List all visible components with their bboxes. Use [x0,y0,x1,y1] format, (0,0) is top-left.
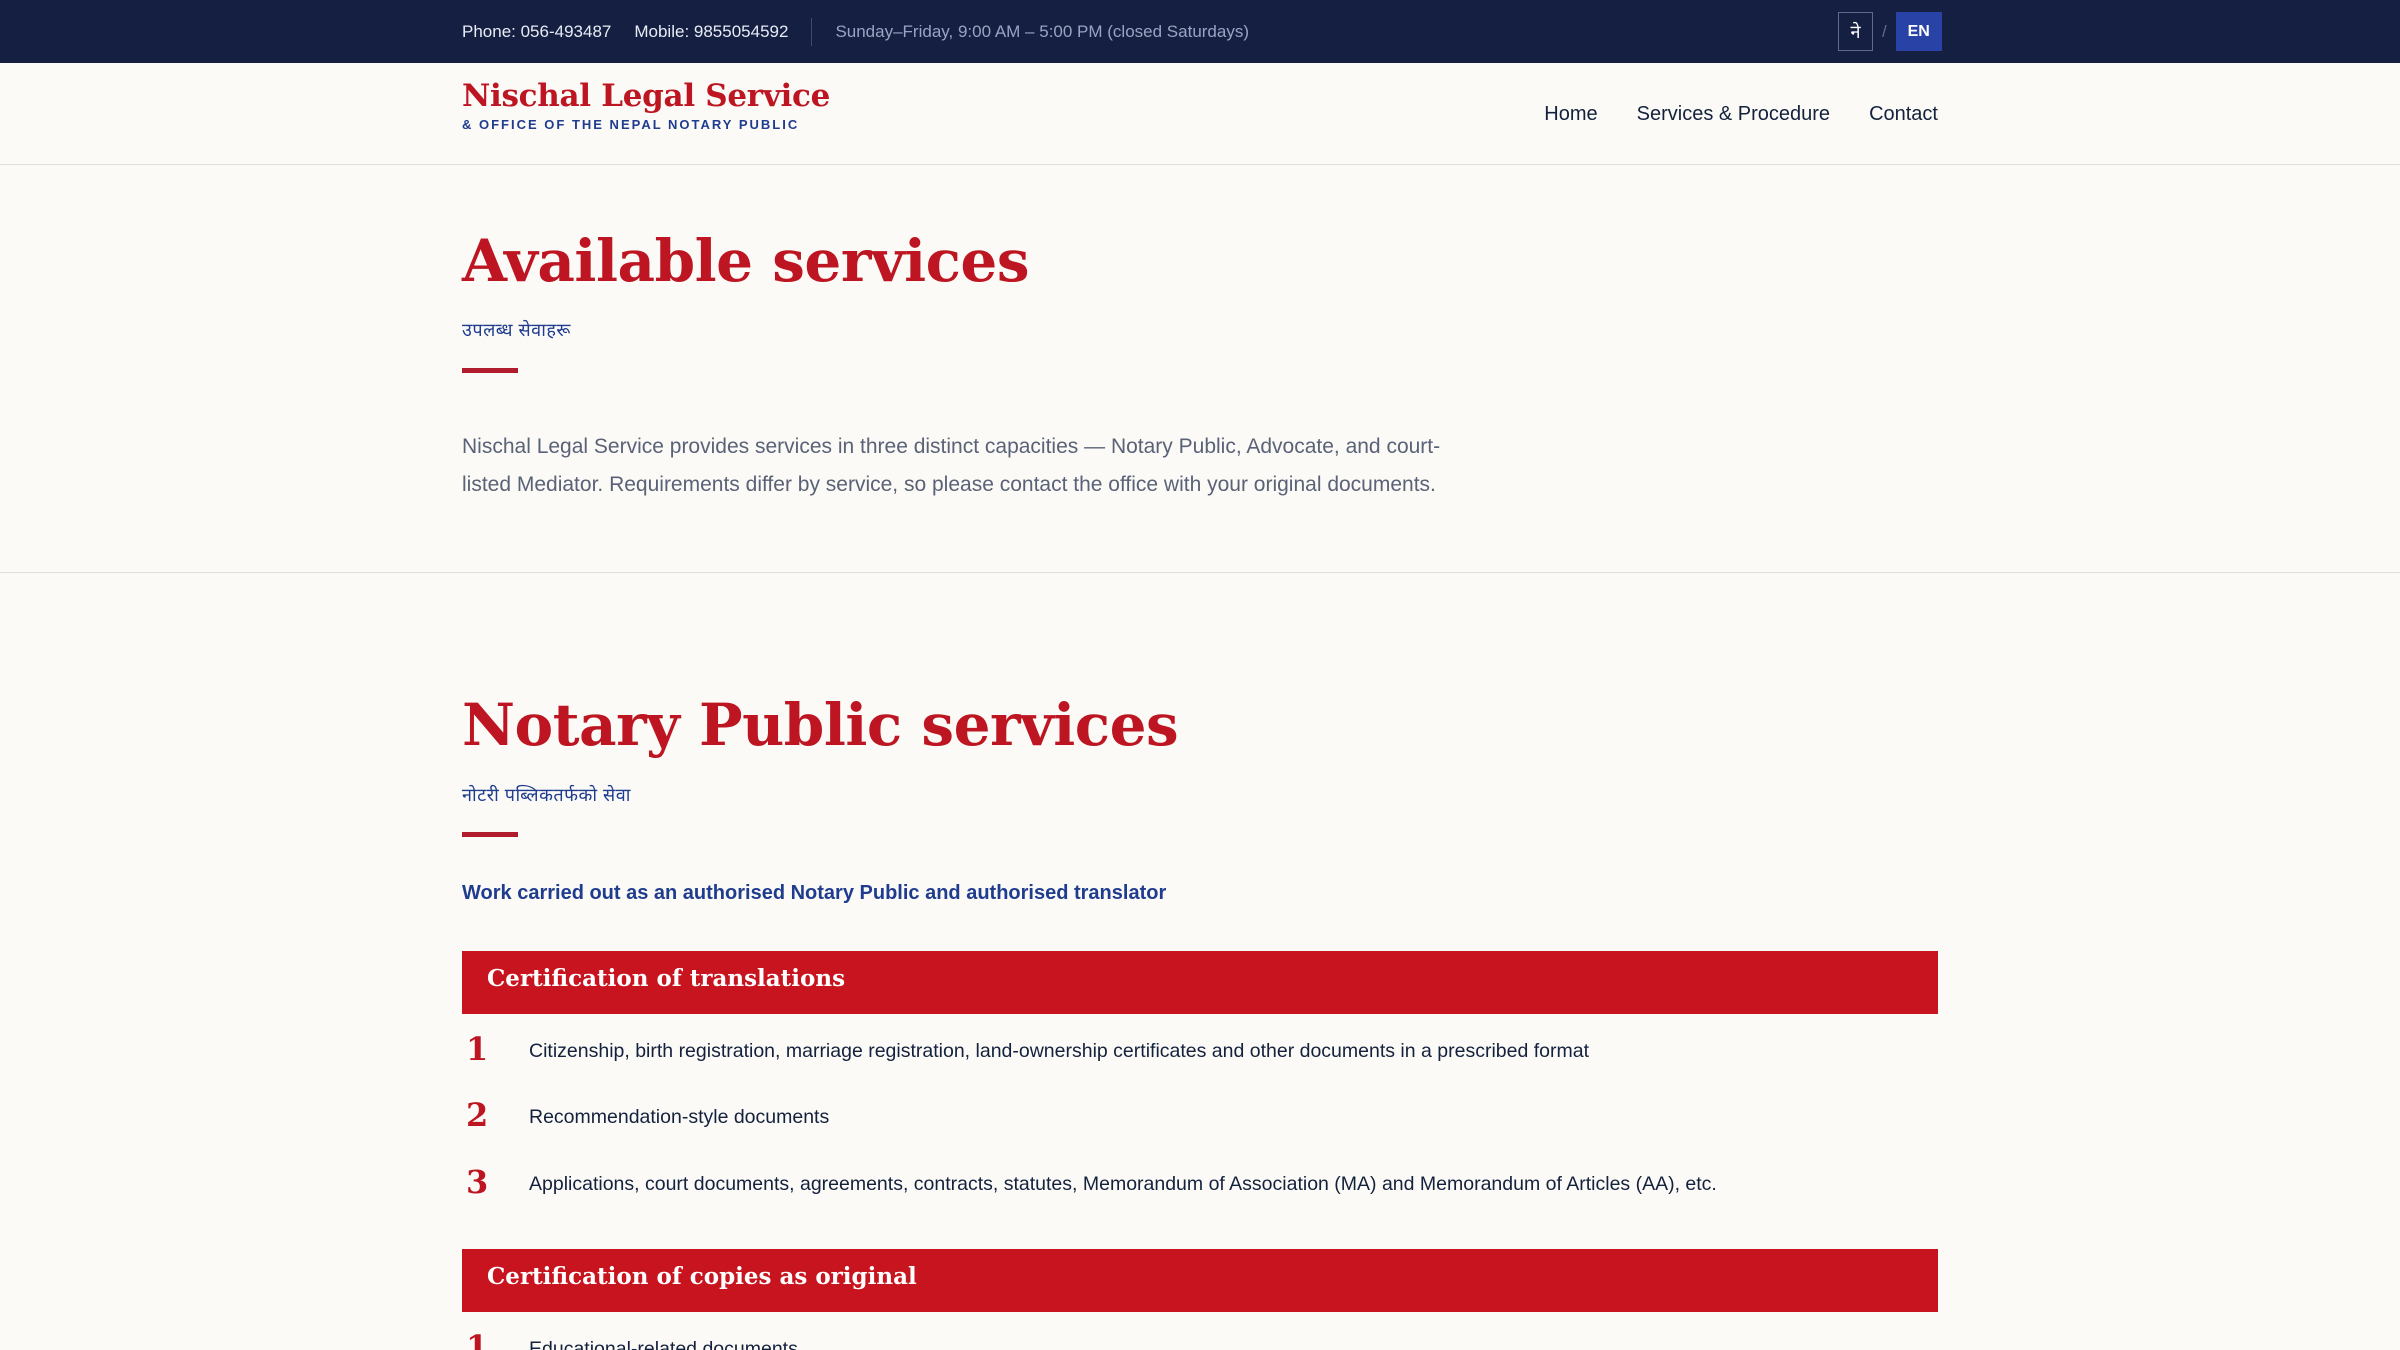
page-title: Available services [462,227,1029,295]
title-underline [462,368,518,373]
nav-home[interactable]: Home [1544,103,1597,126]
list-item: 2 Recommendation-style documents [462,1096,1938,1142]
top-info-bar: Phone: 056-493487 Mobile: 9855054592 Sun… [0,0,2400,63]
divider [811,17,813,46]
main-nav: Home Services & Procedure Contact [1505,63,1938,165]
brand-logo[interactable]: Nischal Legal Service & OFFICE OF THE NE… [462,78,830,132]
office-hours: Sunday–Friday, 9:00 AM – 5:00 PM (closed… [835,21,1249,41]
brand-subtitle: & OFFICE OF THE NEPAL NOTARY PUBLIC [462,117,800,132]
lang-nepali-button[interactable]: ने [1838,12,1873,51]
brand-name: Nischal Legal Service [462,78,831,114]
language-switcher: ने / EN [1838,12,1942,51]
lang-separator: / [1882,21,1887,41]
phone-number[interactable]: Phone: 056-493487 [462,22,611,42]
section-subtitle-nepali: नोटरी पब्लिकतर्फको सेवा [462,785,631,805]
list-item: 1 Citizenship, birth registration, marri… [462,1030,1938,1076]
item-text: Applications, court documents, agreement… [529,1173,1717,1195]
list-item: 1 Educational-related documents [462,1328,1938,1350]
item-number: 1 [466,1030,489,1068]
site-header: Nischal Legal Service & OFFICE OF THE NE… [0,63,2400,165]
item-number: 2 [466,1096,489,1134]
intro-section: Available services उपलब्ध सेवाहरू Nischa… [0,166,2400,573]
item-text: Citizenship, birth registration, marriag… [529,1040,1589,1062]
item-number: 3 [466,1163,489,1201]
nav-contact[interactable]: Contact [1869,103,1938,126]
section-underline [462,832,518,837]
section-lead: Work carried out as an authorised Notary… [462,882,1167,904]
section-title: Notary Public services [462,691,1179,759]
list-item: 3 Applications, court documents, agreeme… [462,1163,1938,1209]
nav-services-procedure[interactable]: Services & Procedure [1637,103,1830,126]
item-text: Educational-related documents [529,1338,798,1350]
mobile-number[interactable]: Mobile: 9855054592 [634,22,788,42]
item-text: Recommendation-style documents [529,1106,830,1128]
page-subtitle-nepali: उपलब्ध सेवाहरू [462,320,571,340]
item-number: 1 [466,1328,489,1350]
group-header-copies: Certification of copies as original [462,1249,1938,1312]
contact-info: Phone: 056-493487 Mobile: 9855054592 Sun… [462,0,1249,63]
lang-english-button[interactable]: EN [1895,12,1942,51]
group-header-translations: Certification of translations [462,951,1938,1014]
intro-paragraph: Nischal Legal Service provides services … [462,435,1441,496]
